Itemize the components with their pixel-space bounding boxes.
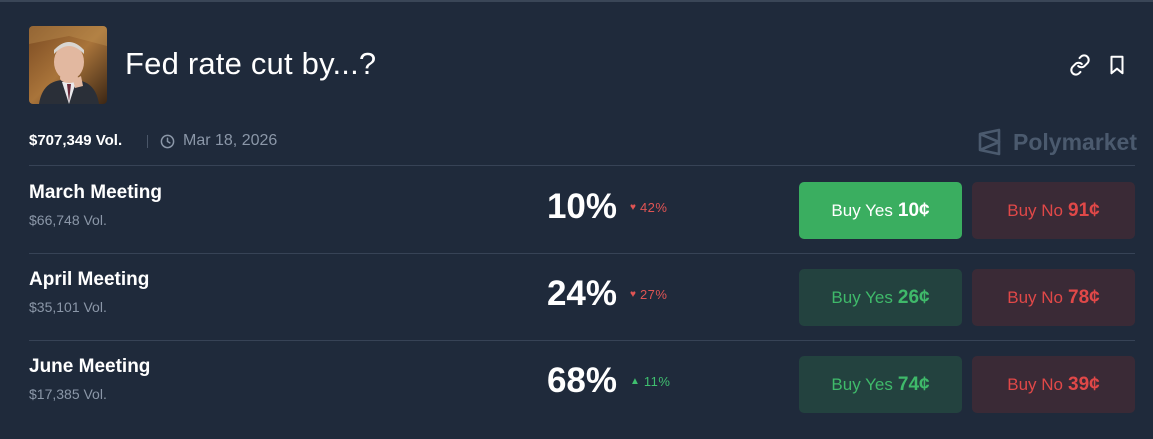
outcome-change: ♥ 42% <box>630 200 667 215</box>
market-card: Fed rate cut by...? $707,349 Vol. Mar 18… <box>0 2 1153 439</box>
buy-no-button[interactable]: Buy No 78¢ <box>972 269 1135 326</box>
outcome-row-april[interactable]: April Meeting $35,101 Vol. 24% ♥ 27% Buy… <box>29 254 1135 340</box>
outcome-volume: $17,385 Vol. <box>29 386 107 402</box>
buy-no-label: Buy No <box>1007 200 1064 220</box>
brand-logo[interactable]: Polymarket <box>977 128 1139 158</box>
buy-no-price: 78¢ <box>1068 286 1100 308</box>
buy-no-price: 91¢ <box>1068 199 1100 221</box>
buy-yes-label: Buy Yes <box>831 374 893 394</box>
market-title: Fed rate cut by...? <box>125 46 377 81</box>
end-date: Mar 18, 2026 <box>183 132 278 149</box>
market-header: Fed rate cut by...? <box>29 26 1129 106</box>
brand-name: Polymarket <box>1013 129 1138 155</box>
outcome-probability: 24% <box>546 274 617 313</box>
buy-no-button[interactable]: Buy No 39¢ <box>972 356 1135 413</box>
buy-yes-price: 26¢ <box>897 286 930 308</box>
outcome-row-march[interactable]: March Meeting $66,748 Vol. 10% ♥ 42% Buy… <box>29 167 1135 253</box>
market-image[interactable] <box>29 26 107 104</box>
link-icon[interactable] <box>1069 54 1091 76</box>
buy-no-label: Buy No <box>1007 374 1064 394</box>
change-value: 42% <box>639 200 668 215</box>
outcome-probability: 68% <box>546 361 617 400</box>
change-value: 11% <box>643 374 671 389</box>
buy-yes-label: Buy Yes <box>831 200 893 220</box>
outcome-volume: $66,748 Vol. <box>29 212 107 228</box>
buy-yes-price: 74¢ <box>897 373 930 395</box>
triangle-down-icon: ♥ <box>630 202 636 213</box>
outcome-row-june[interactable]: June Meeting $17,385 Vol. 68% ▲ 11% Buy … <box>29 341 1135 427</box>
outcome-volume: $35,101 Vol. <box>29 299 107 315</box>
buy-yes-button[interactable]: Buy Yes 74¢ <box>799 356 962 413</box>
divider <box>29 165 1135 166</box>
market-meta: $707,349 Vol. Mar 18, 2026 Polymarket <box>29 128 1139 156</box>
outcome-name: June Meeting <box>29 356 151 377</box>
buy-no-label: Buy No <box>1007 287 1064 307</box>
triangle-down-icon: ♥ <box>630 289 636 300</box>
buy-yes-button[interactable]: Buy Yes 26¢ <box>799 269 962 326</box>
buy-no-price: 39¢ <box>1068 373 1100 395</box>
polymarket-logo-icon <box>977 128 1003 156</box>
clock-icon <box>160 134 175 149</box>
total-volume: $707,349 Vol. <box>29 132 123 149</box>
outcome-name: April Meeting <box>29 269 150 290</box>
change-value: 27% <box>639 287 668 302</box>
outcome-change: ▲ 11% <box>630 374 670 389</box>
meta-separator <box>147 135 148 148</box>
triangle-up-icon: ▲ <box>630 376 640 387</box>
outcome-probability: 10% <box>546 187 617 226</box>
buy-no-button[interactable]: Buy No 91¢ <box>972 182 1135 239</box>
outcome-change: ♥ 27% <box>630 287 667 302</box>
bookmark-icon[interactable] <box>1106 54 1128 76</box>
buy-yes-label: Buy Yes <box>831 287 893 307</box>
buy-yes-price: 10¢ <box>897 199 930 221</box>
buy-yes-button[interactable]: Buy Yes 10¢ <box>799 182 962 239</box>
outcome-name: March Meeting <box>29 182 163 203</box>
